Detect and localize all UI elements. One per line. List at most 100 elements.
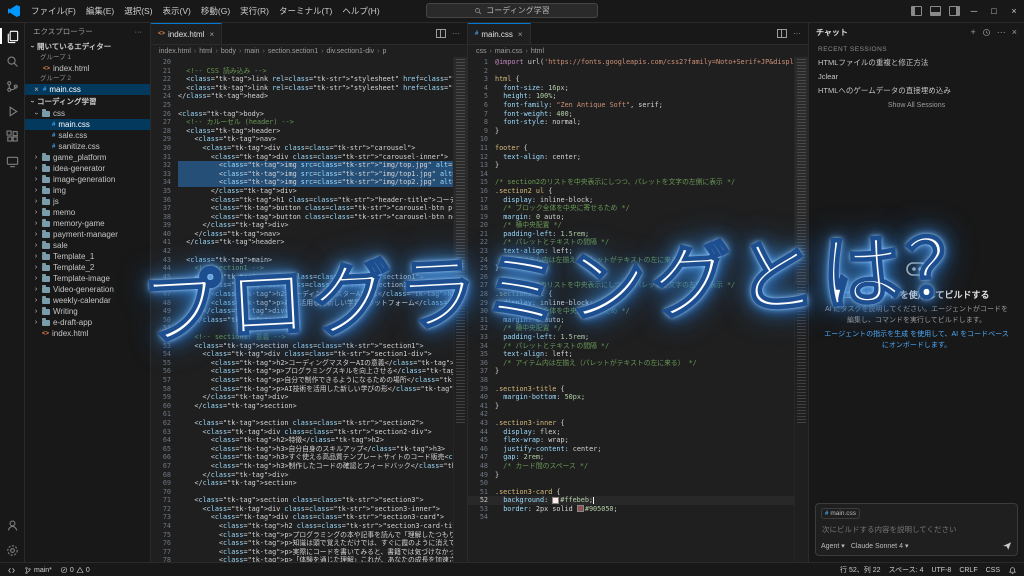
close-icon[interactable]: ×: [1012, 27, 1017, 37]
breadcrumb-segment[interactable]: main.css: [495, 48, 523, 55]
code-line[interactable]: 45 <class="tk-tag">section class=class="…: [151, 273, 454, 282]
code-line[interactable]: 30 <class="tk-tag">div class=class="tk-s…: [151, 144, 454, 153]
code-line[interactable]: 38: [468, 376, 795, 385]
extensions-icon[interactable]: [4, 128, 20, 144]
code-line[interactable]: 27/* section3のリストを中央表示にしつつ、パレットを文字の左側に表示…: [468, 281, 795, 290]
code-line[interactable]: 75 <class="tk-tag">p>プログラミングの本や記事を読んで「理解…: [151, 531, 454, 540]
tree-item[interactable]: #main.css: [25, 119, 150, 130]
tab-main-css[interactable]: # main.css ×: [468, 23, 531, 44]
customize-layout-icon[interactable]: [949, 6, 960, 16]
code-line[interactable]: 32 <class="tk-tag">img src=class="tk-str…: [151, 161, 454, 170]
code-line[interactable]: 20 /* 横中央配置 */: [468, 221, 795, 230]
tree-item[interactable]: ›img: [25, 185, 150, 196]
code-line[interactable]: 77 <class="tk-tag">p>実際にコードを書いてみると、書籍では気…: [151, 548, 454, 557]
code-line[interactable]: 48 /* カード間のスペース */: [468, 462, 795, 471]
code-line[interactable]: 57 <class="tk-tag">p>自分で制作できるようになるための場所<…: [151, 376, 454, 385]
breadcrumb-segment[interactable]: body: [221, 48, 236, 55]
code-line[interactable]: 40 </class="tk-tag">nav>: [151, 230, 454, 239]
code-line[interactable]: 60 </class="tk-tag">section>: [151, 402, 454, 411]
tree-item[interactable]: ›memo: [25, 207, 150, 218]
code-line[interactable]: 46 justify-content: center;: [468, 445, 795, 454]
code-line[interactable]: 54 <class="tk-tag">div class=class="tk-s…: [151, 350, 454, 359]
code-line[interactable]: 7 font-weight: 400;: [468, 110, 795, 119]
code-line[interactable]: 34 <class="tk-tag">img src=class="tk-str…: [151, 178, 454, 187]
code-line[interactable]: 28.section3 ul {: [468, 290, 795, 299]
code-line[interactable]: 40 margin-bottom: 50px;: [468, 393, 795, 402]
close-icon[interactable]: ×: [209, 30, 214, 39]
code-line[interactable]: 23 text-align: left;: [468, 247, 795, 256]
chat-input-box[interactable]: # main.css 次にビルドする内容を説明してください Agent ▾ Cl…: [815, 503, 1018, 556]
code-line[interactable]: 42: [151, 247, 454, 256]
code-line[interactable]: 74 <class="tk-tag">h2 class=class="tk-st…: [151, 522, 454, 531]
tree-item[interactable]: ›weekly-calendar: [25, 295, 150, 306]
menu-item[interactable]: ファイル(F): [26, 5, 81, 17]
code-line[interactable]: 1@import url('https://fonts.googleapis.c…: [468, 58, 795, 67]
menu-item[interactable]: 表示(V): [158, 5, 196, 17]
code-line[interactable]: 9}: [468, 127, 795, 136]
code-line[interactable]: 47 <class="tk-tag">h2>コーディングマスターAIとは</cl…: [151, 290, 454, 299]
code-line[interactable]: 71 <class="tk-tag">section class=class="…: [151, 496, 454, 505]
editor-index-html[interactable]: 2021 <!-- CSS 読み込み -->22 <class="tk-tag"…: [151, 57, 467, 562]
indentation[interactable]: スペース: 4: [889, 565, 924, 575]
settings-gear-icon[interactable]: [4, 542, 20, 558]
breadcrumb-segment[interactable]: html: [199, 48, 212, 55]
tree-item[interactable]: ›Template_2: [25, 262, 150, 273]
code-line[interactable]: 34 /* パレットとテキストの間隔 */: [468, 342, 795, 351]
menu-item[interactable]: 選択(S): [119, 5, 157, 17]
code-line[interactable]: 47 gap: 2rem;: [468, 453, 795, 462]
code-line[interactable]: 50: [468, 479, 795, 488]
chat-session-item[interactable]: HTMLへのゲームデータの直接埋め込み: [809, 83, 1024, 98]
code-line[interactable]: 29 <class="tk-tag">nav>: [151, 135, 454, 144]
code-line[interactable]: 69 </class="tk-tag">section>: [151, 479, 454, 488]
problems-indicator[interactable]: 0 0: [60, 566, 90, 574]
code-line[interactable]: 24 /* アイテム内は左揃え（パレットがテキストの左に来る） */: [468, 256, 795, 265]
code-line[interactable]: 53 border: 2px solid #905050;: [468, 505, 795, 514]
more-actions-icon[interactable]: ···: [452, 29, 460, 38]
chat-session-item[interactable]: Jclear: [809, 70, 1024, 83]
code-line[interactable]: 44 display: flex;: [468, 428, 795, 437]
menu-item[interactable]: ヘルプ(H): [337, 5, 384, 17]
code-line[interactable]: 51: [151, 324, 454, 333]
tree-item[interactable]: ›sale: [25, 240, 150, 251]
code-line[interactable]: 42: [468, 410, 795, 419]
code-line[interactable]: 56 <class="tk-tag">p>プログラミングスキルを向上させる</c…: [151, 367, 454, 376]
code-line[interactable]: 76 <class="tk-tag">p>知識は頭で覚えただけでは、すぐに霞のよ…: [151, 539, 454, 548]
code-line[interactable]: 73 <class="tk-tag">div class=class="tk-s…: [151, 513, 454, 522]
breadcrumb-segment[interactable]: section.section1: [268, 48, 318, 55]
menu-item[interactable]: 実行(R): [235, 5, 274, 17]
minimize-button[interactable]: ─: [964, 0, 984, 22]
code-line[interactable]: 66 <class="tk-tag">h3>すぐ使える高品質テンプレートサイトの…: [151, 453, 454, 462]
project-root-header[interactable]: › コーディング学習: [25, 95, 150, 108]
tree-item[interactable]: ›idea-generator: [25, 163, 150, 174]
code-line[interactable]: 28 <class="tk-tag">header>: [151, 127, 454, 136]
model-selector[interactable]: Claude Sonnet 4 ▾: [851, 542, 909, 550]
code-line[interactable]: 10: [468, 135, 795, 144]
code-line[interactable]: 31 <class="tk-tag">div class=class="tk-s…: [151, 153, 454, 162]
tree-item[interactable]: #sanitize.css: [25, 141, 150, 152]
chat-input-placeholder[interactable]: 次にビルドする内容を説明してください: [822, 524, 1011, 535]
tree-item[interactable]: ›Writing: [25, 306, 150, 317]
chat-session-item[interactable]: HTMLファイルの重複と修正方法: [809, 55, 1024, 70]
code-area[interactable]: 1@import url('https://fonts.googleapis.c…: [468, 58, 795, 562]
explorer-icon[interactable]: [4, 28, 20, 44]
code-line[interactable]: 25: [151, 101, 454, 110]
breadcrumb-segment[interactable]: index.html: [159, 48, 191, 55]
language-mode[interactable]: CSS: [986, 567, 1000, 574]
code-line[interactable]: 53 <class="tk-tag">section class=class="…: [151, 342, 454, 351]
code-line[interactable]: 33 padding-left: 1.5rem;: [468, 333, 795, 342]
more-actions-icon[interactable]: ···: [135, 27, 143, 36]
notifications-bell-icon[interactable]: [1008, 566, 1017, 575]
code-line[interactable]: 2: [468, 67, 795, 76]
open-editors-header[interactable]: › 開いているエディター: [25, 40, 150, 53]
code-line[interactable]: 21 padding-left: 1.5rem;: [468, 230, 795, 239]
tree-item[interactable]: ›payment-manager: [25, 229, 150, 240]
code-line[interactable]: 6 font-family: "Zen Antique Soft", serif…: [468, 101, 795, 110]
tree-item[interactable]: ›game_platform: [25, 152, 150, 163]
code-line[interactable]: 41 </class="tk-tag">header>: [151, 238, 454, 247]
search-icon[interactable]: [4, 53, 20, 69]
code-line[interactable]: 41}: [468, 402, 795, 411]
code-line[interactable]: 39.section3-title {: [468, 385, 795, 394]
account-icon[interactable]: [4, 517, 20, 533]
code-line[interactable]: 4 font-size: 16px;: [468, 84, 795, 93]
code-line[interactable]: 44 <!-- section1 -->: [151, 264, 454, 273]
